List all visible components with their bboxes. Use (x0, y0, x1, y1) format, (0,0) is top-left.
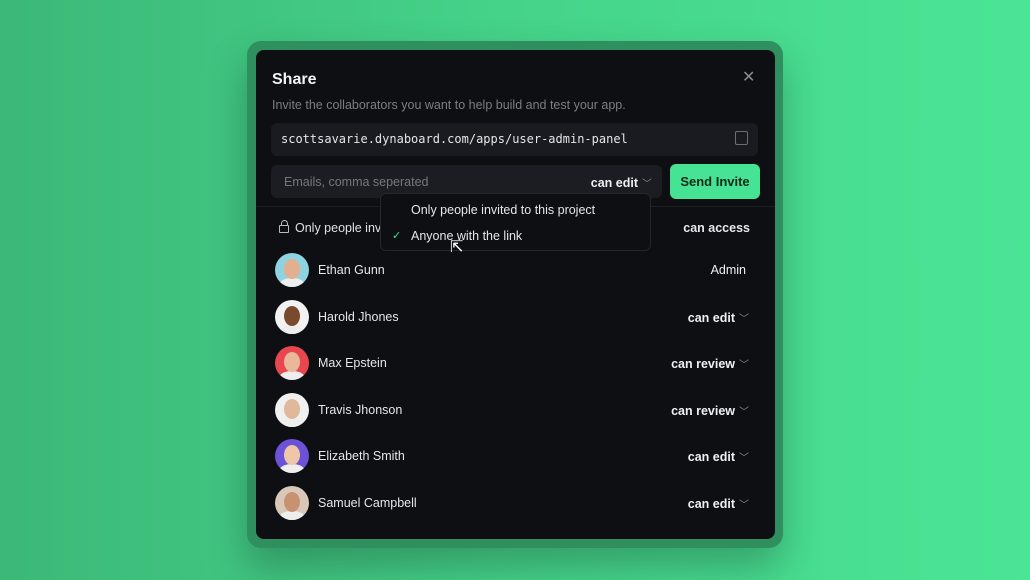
avatar (275, 346, 309, 380)
member-name: Elizabeth Smith (318, 449, 405, 463)
member-name: Samuel Campbell (318, 495, 417, 510)
avatar (275, 299, 309, 334)
mouse-cursor-icon: ⇱ (450, 239, 464, 256)
member-role[interactable]: can edit ﹀ (688, 496, 749, 511)
chevron-down-icon: ﹀ (739, 360, 749, 371)
member-row: Elizabeth Smith can edit ﹀ (275, 439, 749, 475)
avatar (275, 485, 309, 520)
member-role[interactable]: can review ﹀ (671, 356, 749, 371)
share-dialog: Share ✕ Invite the collaborators you wan… (256, 50, 775, 539)
chevron-down-icon: ﹀ (739, 499, 749, 511)
chevron-down-icon: ﹀ (642, 179, 652, 190)
member-row: Harold Jhones can edit ﹀ (275, 299, 749, 336)
close-icon[interactable]: ✕ (742, 67, 755, 87)
member-row: Travis Jhonson can review ﹀ (275, 392, 749, 429)
share-url-field[interactable]: scottsavarie.dynaboard.com/apps/user-adm… (271, 123, 758, 156)
member-name: Ethan Gunn (318, 263, 385, 277)
chevron-down-icon: ﹀ (739, 453, 749, 464)
member-role[interactable]: can edit ﹀ (688, 310, 749, 325)
option-invited-only[interactable]: Only people invited to this project (411, 203, 595, 217)
invite-permission-select[interactable]: can edit ﹀ (591, 175, 652, 190)
share-url: scottsavarie.dynaboard.com/apps/user-adm… (281, 132, 628, 146)
member-role: Admin (710, 263, 746, 277)
member-name: Harold Jhones (318, 309, 399, 324)
member-name: Max Epstein (318, 356, 387, 370)
member-row: Samuel Campbell can edit ﹀ (275, 485, 749, 522)
member-row: Max Epstein can review ﹀ (275, 346, 749, 382)
chevron-down-icon: ﹀ (739, 313, 749, 325)
access-setting[interactable]: Only people inv (279, 220, 381, 235)
member-row: Ethan Gunn Admin (275, 253, 749, 289)
member-role[interactable]: can edit ﹀ (688, 449, 749, 464)
dialog-title: Share (272, 71, 317, 88)
dialog-subtitle: Invite the collaborators you want to hel… (272, 98, 626, 112)
email-placeholder: Emails, comma seperated (284, 175, 429, 189)
send-invite-button[interactable]: Send Invite (670, 164, 760, 199)
member-role[interactable]: can review ﹀ (671, 403, 749, 418)
member-name: Travis Jhonson (318, 402, 403, 417)
chevron-down-icon: ﹀ (739, 406, 749, 418)
avatar (275, 392, 309, 427)
avatar (275, 439, 309, 473)
option-anyone-with-link[interactable]: Anyone with the link (411, 229, 522, 243)
copy-icon[interactable] (735, 131, 748, 145)
avatar (275, 253, 309, 287)
access-dropdown: Only people invited to this project ✓ An… (380, 193, 651, 251)
check-icon: ✓ (392, 230, 402, 242)
can-access-label: can access (683, 221, 750, 235)
lock-icon (279, 220, 289, 233)
